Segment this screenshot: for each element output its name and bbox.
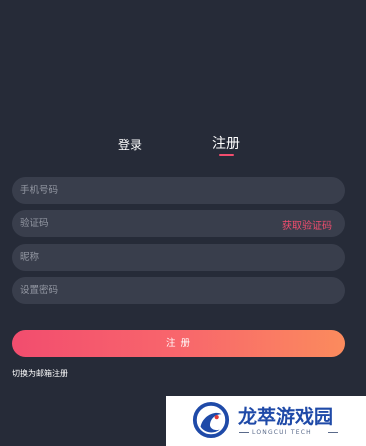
auth-tabs: 登录 注册 (0, 132, 366, 162)
register-button[interactable]: 注 册 (12, 330, 345, 357)
phone-field (12, 177, 345, 204)
get-code-button[interactable]: 获取验证码 (282, 217, 332, 232)
watermark-rule-right (328, 432, 338, 433)
tab-register[interactable]: 注册 (212, 133, 240, 153)
tab-login[interactable]: 登录 (118, 136, 142, 153)
active-tab-indicator (219, 154, 234, 156)
watermark-rule-left (239, 432, 249, 433)
password-field (12, 277, 345, 304)
code-field: 获取验证码 (12, 210, 345, 237)
nickname-input[interactable] (20, 244, 270, 271)
dragon-logo-icon (192, 401, 230, 439)
password-input[interactable] (20, 277, 270, 304)
switch-email-register-link[interactable]: 切换为邮箱注册 (12, 368, 68, 379)
watermark-subtitle: LONGCUI TECH (252, 429, 312, 436)
verification-code-input[interactable] (20, 210, 270, 237)
watermark-name: 龙萃游戏园 (238, 406, 334, 428)
watermark-badge: 龙萃游戏园 LONGCUI TECH (166, 396, 366, 446)
nickname-field (12, 244, 345, 271)
phone-input[interactable] (20, 177, 270, 204)
